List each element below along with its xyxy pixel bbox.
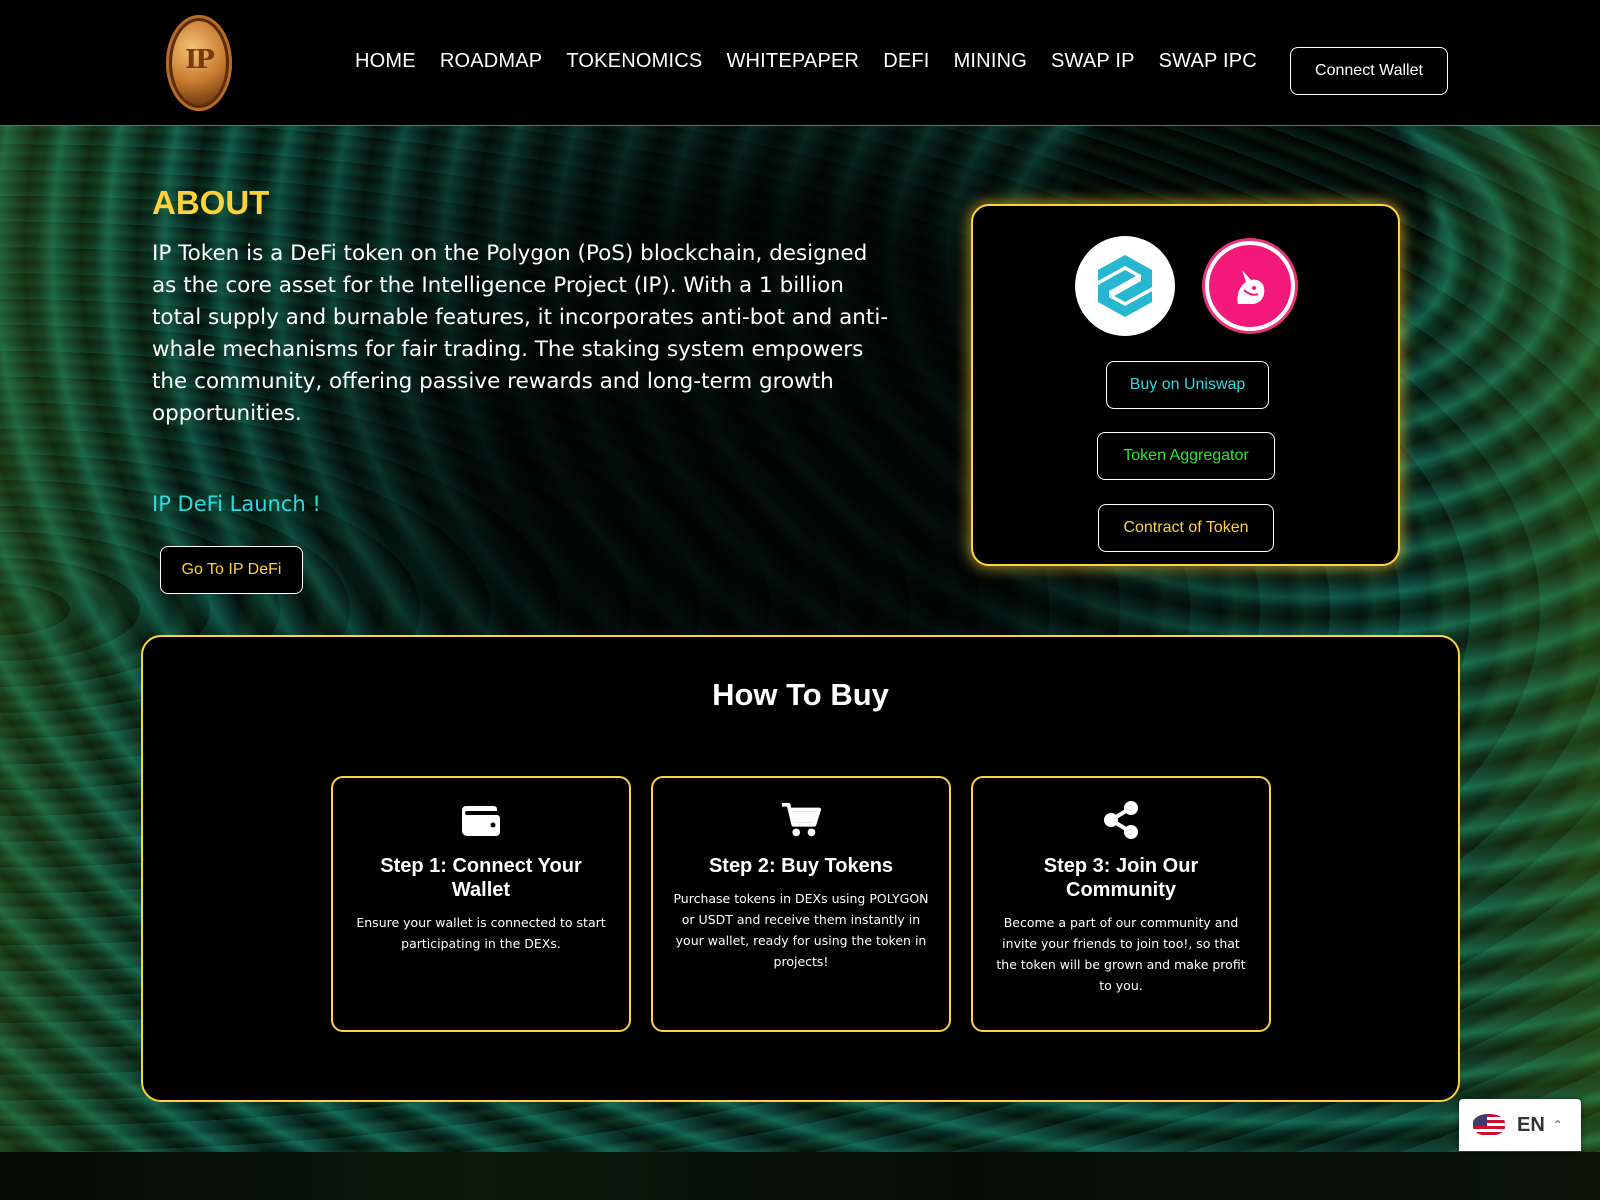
dextools-icon[interactable] bbox=[1075, 236, 1175, 336]
wallet-icon bbox=[461, 800, 501, 840]
share-icon bbox=[1101, 800, 1141, 840]
language-code: EN bbox=[1517, 1113, 1545, 1136]
language-switcher[interactable]: EN ⌃ bbox=[1459, 1099, 1581, 1151]
ip-coin-logo[interactable] bbox=[166, 15, 232, 111]
step-3-title: Step 3: Join Our Community bbox=[1043, 855, 1199, 901]
site-header: HOME ROADMAP TOKENOMICS WHITEPAPER DEFI … bbox=[0, 0, 1600, 126]
how-to-buy-title: How To Buy bbox=[712, 677, 889, 712]
step-card-join-community: Step 3: Join Our Community Become a part… bbox=[971, 776, 1271, 1032]
uniswap-icon[interactable] bbox=[1202, 238, 1298, 334]
step-2-title: Step 2: Buy Tokens bbox=[708, 855, 894, 877]
nav-swap-ipc[interactable]: SWAP IPC bbox=[1159, 50, 1257, 73]
us-flag-icon bbox=[1473, 1114, 1505, 1136]
step-2-description: Purchase tokens in DEXs using POLYGON or… bbox=[673, 891, 929, 969]
chevron-up-icon: ⌃ bbox=[1552, 1118, 1563, 1132]
token-aggregator-button[interactable]: Token Aggregator bbox=[1097, 432, 1275, 480]
step-3-description: Become a part of our community and invit… bbox=[996, 915, 1246, 993]
footer-strip bbox=[0, 1152, 1600, 1200]
connect-wallet-button[interactable]: Connect Wallet bbox=[1290, 47, 1448, 95]
buy-card: Buy on Uniswap Token Aggregator Contract… bbox=[971, 204, 1400, 566]
defi-launch-link[interactable]: IP DeFi Launch ! bbox=[152, 492, 321, 516]
nav-swap-ip[interactable]: SWAP IP bbox=[1051, 50, 1135, 73]
about-title: ABOUT bbox=[152, 184, 270, 221]
nav-tokenomics[interactable]: TOKENOMICS bbox=[566, 50, 702, 73]
buy-on-uniswap-button[interactable]: Buy on Uniswap bbox=[1106, 361, 1269, 409]
go-to-defi-button[interactable]: Go To IP DeFi bbox=[160, 546, 303, 594]
cart-icon bbox=[781, 800, 821, 840]
step-1-description: Ensure your wallet is connected to start… bbox=[356, 915, 606, 951]
nav-defi[interactable]: DEFI bbox=[883, 50, 929, 73]
nav-home[interactable]: HOME bbox=[355, 50, 416, 73]
how-to-buy-section: How To Buy Step 1: Connect Your Wallet E… bbox=[141, 635, 1460, 1102]
step-card-connect-wallet: Step 1: Connect Your Wallet Ensure your … bbox=[331, 776, 631, 1032]
nav-mining[interactable]: MINING bbox=[954, 50, 1027, 73]
nav-roadmap[interactable]: ROADMAP bbox=[440, 50, 543, 73]
step-1-title: Step 1: Connect Your Wallet bbox=[380, 855, 582, 901]
contract-of-token-button[interactable]: Contract of Token bbox=[1098, 504, 1274, 552]
main-nav: HOME ROADMAP TOKENOMICS WHITEPAPER DEFI … bbox=[355, 50, 1257, 73]
about-description: IP Token is a DeFi token on the Polygon … bbox=[152, 241, 889, 426]
nav-whitepaper[interactable]: WHITEPAPER bbox=[726, 50, 859, 73]
step-card-buy-tokens: Step 2: Buy Tokens Purchase tokens in DE… bbox=[651, 776, 951, 1032]
